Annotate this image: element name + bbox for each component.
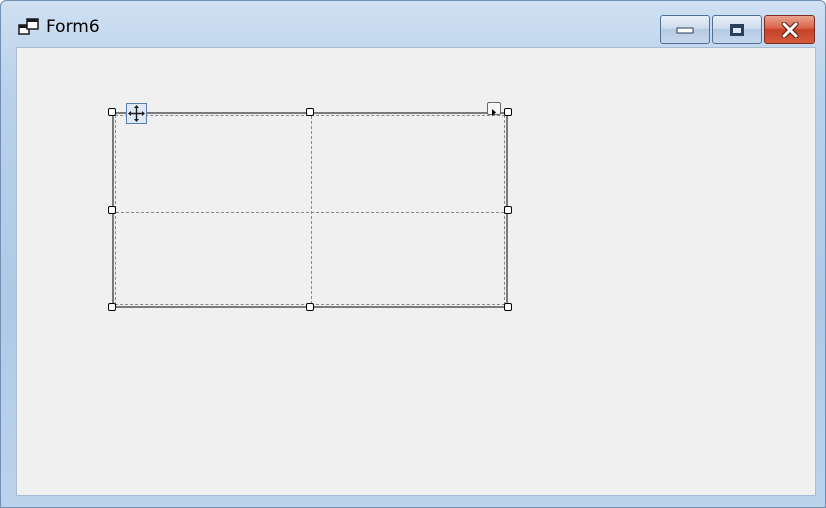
close-icon [781, 21, 798, 38]
resize-handle-top-middle[interactable] [306, 108, 314, 116]
resize-handle-middle-right[interactable] [504, 206, 512, 214]
column-divider [311, 116, 312, 304]
resize-handle-bottom-right[interactable] [504, 303, 512, 311]
smart-tag-svg [492, 109, 496, 116]
form-window-icon [18, 18, 39, 35]
minimize-icon [676, 27, 694, 33]
resize-handle-top-right[interactable] [504, 108, 512, 116]
close-button[interactable] [764, 15, 815, 44]
row-divider [116, 212, 504, 213]
minimize-button[interactable] [660, 15, 710, 44]
maximize-button[interactable] [712, 15, 762, 44]
smart-tag-arrow-icon[interactable] [487, 102, 501, 116]
resize-handle-top-left[interactable] [108, 108, 116, 116]
title-bar[interactable]: Form6 [1, 1, 825, 47]
move-arrows-icon[interactable] [126, 103, 147, 124]
move-arrows-svg [128, 105, 145, 122]
window-title: Form6 [46, 17, 100, 37]
resize-handle-bottom-middle[interactable] [306, 303, 314, 311]
table-layout-panel[interactable] [112, 112, 508, 308]
maximize-icon [730, 23, 744, 36]
resize-handle-middle-left[interactable] [108, 206, 116, 214]
resize-handle-bottom-left[interactable] [108, 303, 116, 311]
table-layout-grid [115, 115, 505, 305]
